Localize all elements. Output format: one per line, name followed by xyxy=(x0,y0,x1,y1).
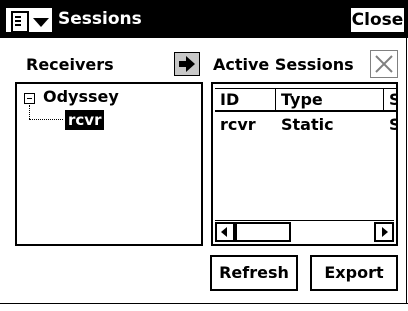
refresh-button[interactable]: Refresh xyxy=(210,255,298,291)
window-border xyxy=(0,303,408,304)
tree-connector xyxy=(29,119,63,120)
column-header-s[interactable]: S xyxy=(384,88,396,112)
active-sessions-table[interactable]: ID Type S rcvr Static S xyxy=(211,82,398,246)
scrollbar-thumb[interactable] xyxy=(235,222,291,242)
column-header-type[interactable]: Type xyxy=(276,88,384,112)
receivers-tree[interactable]: Odyssey rcvr xyxy=(15,82,203,246)
window-border xyxy=(406,38,407,304)
tree-connector xyxy=(29,105,30,119)
close-button[interactable]: Close xyxy=(349,6,406,34)
receivers-label: Receivers xyxy=(26,55,114,74)
table-cell-s[interactable]: S xyxy=(389,114,396,136)
dropdown-arrow-icon xyxy=(33,18,49,27)
arrow-left-icon xyxy=(221,227,227,237)
export-button[interactable]: Export xyxy=(310,255,398,291)
collapse-toggle-icon[interactable] xyxy=(24,93,35,104)
scroll-right-button[interactable] xyxy=(374,222,394,242)
document-menu-icon xyxy=(11,11,29,33)
window-title: Sessions xyxy=(58,9,142,29)
close-x-icon xyxy=(375,55,393,73)
tree-child-item[interactable]: rcvr xyxy=(65,110,105,130)
window-menu-button[interactable] xyxy=(4,6,54,34)
add-session-button[interactable] xyxy=(174,52,200,76)
active-sessions-label: Active Sessions xyxy=(213,55,354,74)
column-header-id[interactable]: ID xyxy=(215,88,276,112)
arrow-right-small-icon xyxy=(382,227,388,237)
scroll-left-button[interactable] xyxy=(215,222,235,242)
tree-root-item[interactable]: Odyssey xyxy=(43,87,119,107)
table-cell-type[interactable]: Static xyxy=(281,114,334,136)
remove-session-button[interactable] xyxy=(370,50,398,78)
table-cell-id[interactable]: rcvr xyxy=(220,114,256,136)
horizontal-scrollbar[interactable] xyxy=(215,220,394,242)
arrow-right-icon xyxy=(179,56,195,72)
